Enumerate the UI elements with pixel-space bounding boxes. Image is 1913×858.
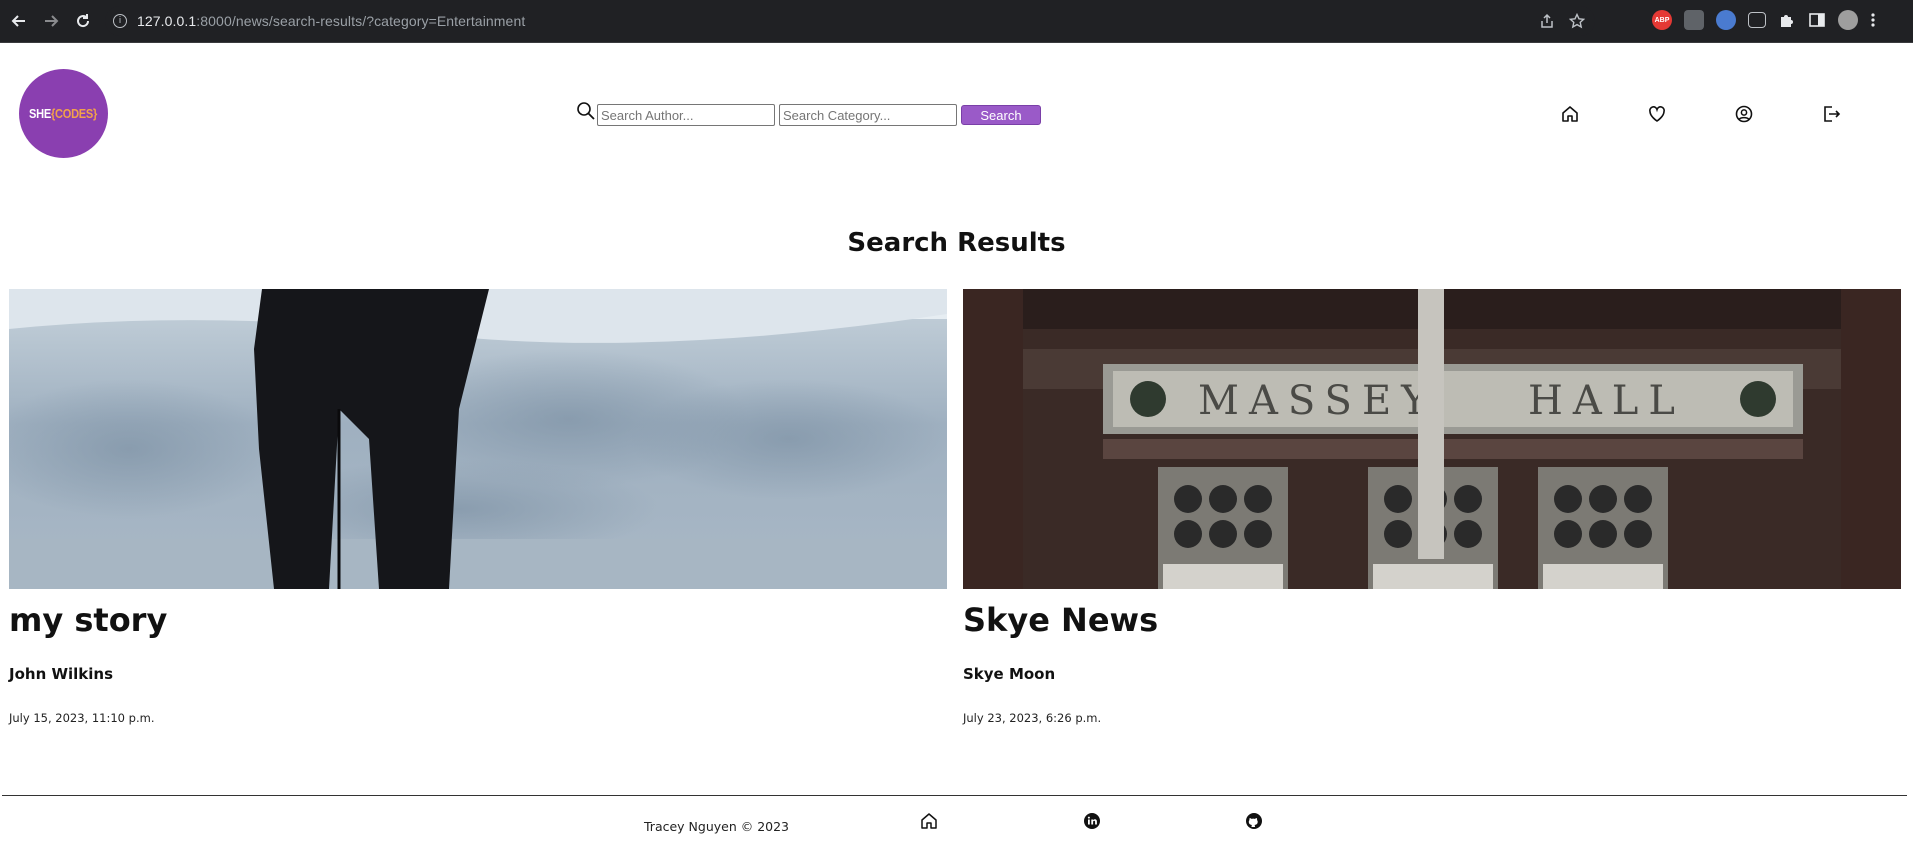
page-title: Search Results bbox=[847, 228, 1066, 258]
massey-hall-image: MASSEY HALL bbox=[963, 289, 1901, 589]
puzzle-icon[interactable] bbox=[1778, 11, 1796, 29]
user-icon[interactable] bbox=[1734, 104, 1754, 124]
home-icon[interactable] bbox=[1560, 104, 1580, 124]
sidebar-icon[interactable] bbox=[1808, 11, 1826, 29]
article-title[interactable]: Skye News bbox=[963, 601, 1901, 639]
header-nav bbox=[0, 104, 1913, 126]
address-bar[interactable]: i 127.0.0.1:8000/news/search-results/?ca… bbox=[105, 6, 1595, 36]
article-author: John Wilkins bbox=[9, 665, 114, 683]
heart-icon[interactable] bbox=[1647, 104, 1667, 124]
person-in-fog-image bbox=[9, 289, 947, 589]
linkedin-icon[interactable] bbox=[1083, 812, 1101, 830]
svg-text:HALL: HALL bbox=[1528, 378, 1685, 424]
share-icon[interactable] bbox=[1539, 13, 1555, 29]
article-author: Skye Moon bbox=[963, 665, 1056, 683]
article-card[interactable]: my story John Wilkins July 15, 2023, 11:… bbox=[9, 289, 947, 725]
cc-icon[interactable] bbox=[1748, 12, 1766, 28]
arrow-right-icon bbox=[45, 15, 59, 27]
article-card[interactable]: MASSEY HALL Skye News Skye Moon July 23,… bbox=[963, 289, 1901, 725]
article-date: July 23, 2023, 6:26 p.m. bbox=[963, 711, 1102, 725]
arrow-left-icon bbox=[11, 15, 25, 27]
browser-toolbar: i 127.0.0.1:8000/news/search-results/?ca… bbox=[0, 0, 1913, 43]
avatar-icon[interactable] bbox=[1838, 10, 1858, 30]
menu-icon[interactable] bbox=[1870, 11, 1876, 29]
reload-icon bbox=[77, 14, 90, 28]
shield-icon[interactable] bbox=[1716, 10, 1736, 30]
info-icon[interactable]: i bbox=[113, 14, 127, 28]
footer-divider bbox=[2, 795, 1907, 796]
svg-text:MASSEY: MASSEY bbox=[1198, 378, 1438, 424]
reload-button[interactable] bbox=[68, 6, 98, 36]
star-icon[interactable] bbox=[1569, 13, 1585, 29]
article-title[interactable]: my story bbox=[9, 601, 947, 639]
article-image[interactable] bbox=[9, 289, 947, 589]
extension-icon[interactable] bbox=[1684, 10, 1704, 30]
back-button[interactable] bbox=[4, 6, 34, 36]
home-icon[interactable] bbox=[920, 812, 938, 830]
article-date: July 15, 2023, 11:10 p.m. bbox=[9, 711, 155, 725]
forward-button[interactable] bbox=[36, 6, 66, 36]
url-text: 127.0.0.1:8000/news/search-results/?cate… bbox=[137, 13, 526, 29]
article-image[interactable]: MASSEY HALL bbox=[963, 289, 1901, 589]
abp-icon[interactable]: ABP bbox=[1652, 10, 1672, 30]
github-icon[interactable] bbox=[1245, 812, 1263, 830]
footer-credit: Tracey Nguyen © 2023 bbox=[644, 819, 790, 834]
logout-icon[interactable] bbox=[1821, 104, 1841, 124]
